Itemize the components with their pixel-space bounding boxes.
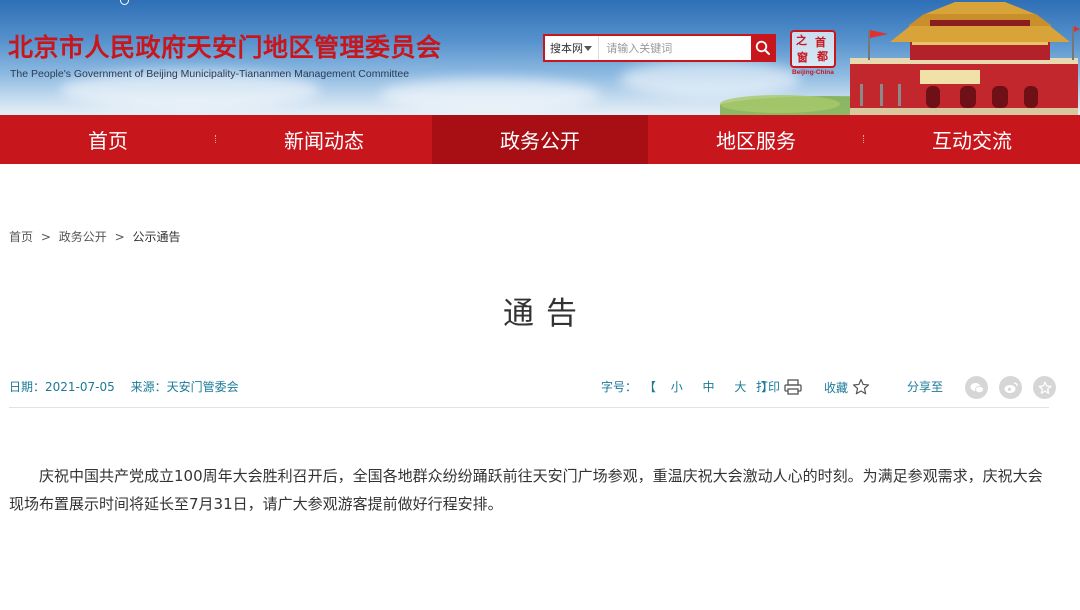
tiananmen-gate-illustration bbox=[720, 2, 1080, 115]
share-wechat-button[interactable] bbox=[965, 376, 988, 399]
wechat-icon bbox=[970, 382, 984, 393]
breadcrumb-home-link[interactable]: 首页 bbox=[9, 230, 33, 244]
site-header: 北京市人民政府天安门地区管理委员会 The People's Governmen… bbox=[0, 0, 1080, 115]
date-label: 日期： bbox=[9, 380, 46, 394]
site-subtitle: The People's Government of Beijing Munic… bbox=[10, 68, 410, 80]
breadcrumb-separator: > bbox=[114, 230, 125, 244]
nav-item-news[interactable]: 新闻动态 bbox=[216, 115, 432, 164]
nav-item-government-affairs[interactable]: 政务公开 bbox=[432, 115, 648, 164]
bracket-open: 【 bbox=[643, 380, 656, 394]
font-size-medium-button[interactable]: 中 bbox=[703, 380, 715, 394]
font-size-small-button[interactable]: 小 bbox=[671, 380, 683, 394]
source-label: 来源： bbox=[130, 380, 167, 394]
star-outline-icon bbox=[852, 378, 870, 395]
header-cloud bbox=[380, 78, 600, 112]
article-body: 庆祝中国共产党成立100周年大会胜利召开后，全国各地群众纷纷踊跃前往天安门广场参… bbox=[9, 467, 1043, 513]
share-weibo-button[interactable] bbox=[999, 376, 1022, 399]
article-meta-bar: 日期：2021-07-05 来源：天安门管委会 字号： 【 小 中 大 】 打印… bbox=[9, 376, 1056, 408]
nav-item-label: 新闻动态 bbox=[284, 129, 364, 153]
nav-item-interaction[interactable]: 互动交流 bbox=[864, 115, 1080, 164]
nav-item-label: 政务公开 bbox=[500, 129, 580, 153]
article-meta-info: 日期：2021-07-05 来源：天安门管委会 bbox=[9, 378, 251, 395]
nav-item-label: 互动交流 bbox=[932, 129, 1012, 153]
source-info: 来源：天安门管委会 bbox=[131, 380, 239, 394]
search-scope-select[interactable]: 搜本网 bbox=[545, 36, 600, 60]
nav-item-label: 地区服务 bbox=[716, 129, 796, 153]
star-icon bbox=[1038, 381, 1051, 394]
share-bar: 分享至 bbox=[907, 376, 1056, 399]
weibo-icon bbox=[1004, 381, 1018, 393]
favorite-button[interactable]: 收藏 bbox=[824, 378, 870, 396]
share-label: 分享至 bbox=[907, 380, 944, 394]
font-size-large-button[interactable]: 大 bbox=[734, 380, 746, 394]
search-scope-label: 搜本网 bbox=[550, 42, 583, 55]
breadcrumb-section-link[interactable]: 政务公开 bbox=[59, 230, 107, 244]
share-favorite-button[interactable] bbox=[1033, 376, 1056, 399]
article-title: 通告 bbox=[503, 296, 589, 332]
breadcrumb-current[interactable]: 公示通告 bbox=[132, 230, 180, 244]
nav-item-label: 首页 bbox=[88, 129, 128, 153]
print-label: 打印 bbox=[756, 380, 781, 394]
site-title[interactable]: 北京市人民政府天安门地区管理委员会 bbox=[8, 28, 442, 64]
nav-item-home[interactable]: 首页 bbox=[0, 115, 216, 164]
top-strip-icon[interactable] bbox=[120, 0, 129, 5]
main-nav: 首页 新闻动态 政务公开 地区服务 互动交流 bbox=[0, 115, 1080, 164]
breadcrumb: 首页 > 政务公开 > 公示通告 bbox=[9, 228, 180, 245]
publish-date: 2021-07-05 bbox=[45, 380, 115, 394]
chevron-down-icon bbox=[584, 46, 593, 51]
top-strip bbox=[0, 0, 300, 8]
print-button[interactable]: 打印 bbox=[756, 378, 802, 395]
printer-icon bbox=[784, 378, 802, 395]
date-info: 日期：2021-07-05 bbox=[9, 380, 115, 394]
font-size-label: 字号： bbox=[601, 380, 638, 394]
breadcrumb-separator: > bbox=[40, 230, 51, 244]
nav-item-district-services[interactable]: 地区服务 bbox=[648, 115, 864, 164]
font-size-control: 字号： 【 小 中 大 】 bbox=[601, 378, 776, 395]
favorite-label: 收藏 bbox=[824, 380, 849, 395]
source-name: 天安门管委会 bbox=[166, 380, 239, 394]
